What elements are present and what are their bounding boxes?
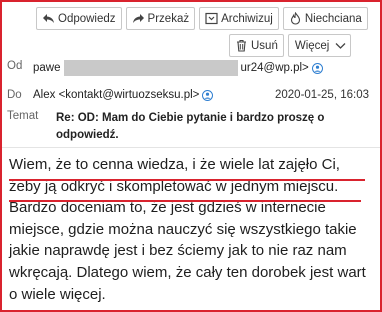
forward-button[interactable]: Przekaż <box>125 7 196 30</box>
highlight-underline <box>9 179 365 181</box>
contact-card-icon[interactable] <box>202 89 214 101</box>
archive-label: Archiwizuj <box>221 12 273 25</box>
forward-label: Przekaż <box>147 12 190 25</box>
from-value[interactable]: pawe ur24@wp.pl> <box>33 60 323 76</box>
chevron-down-icon <box>335 42 346 50</box>
redacted-sender-block <box>63 60 238 76</box>
delete-button[interactable]: Usuń <box>229 34 284 57</box>
subject-label: Temat <box>7 110 39 122</box>
more-button[interactable]: Więcej <box>287 34 352 57</box>
message-toolbar: Odpowiedz Przekaż Archiwizuj Niechciana <box>36 7 368 30</box>
message-body-text: Wiem, że to cenna wiedza, i że wiele lat… <box>9 156 366 303</box>
forward-icon <box>132 12 145 25</box>
message-date: 2020-01-25, 16:03 <box>275 89 369 101</box>
reply-button[interactable]: Odpowiedz <box>36 7 122 30</box>
junk-label: Niechciana <box>304 12 362 25</box>
to-value[interactable]: Alex <kontakt@wirtuozseksu.pl> <box>33 89 214 101</box>
contact-card-icon[interactable] <box>311 62 323 74</box>
reply-icon <box>42 12 55 25</box>
subject-value: Re: OD: Mam do Ciebie pytanie i bardzo p… <box>56 112 325 141</box>
more-label: Więcej <box>294 39 330 52</box>
archive-icon <box>205 12 218 25</box>
trash-icon <box>235 39 248 52</box>
to-address: Alex <kontakt@wirtuozseksu.pl> <box>33 89 200 101</box>
junk-button[interactable]: Niechciana <box>282 7 368 30</box>
from-name-fragment: pawe <box>33 62 61 74</box>
junk-flame-icon <box>289 12 302 25</box>
header-divider <box>2 147 380 148</box>
from-email-fragment: ur24@wp.pl> <box>240 62 309 74</box>
message-body: Wiem, że to cenna wiedza, i że wiele lat… <box>9 154 371 305</box>
to-label: Do <box>7 89 22 101</box>
reply-label: Odpowiedz <box>58 12 116 25</box>
message-toolbar-secondary: Usuń Więcej <box>229 34 352 57</box>
highlight-underline <box>9 200 361 202</box>
from-label: Od <box>7 60 23 72</box>
delete-label: Usuń <box>251 39 278 52</box>
archive-button[interactable]: Archiwizuj <box>199 7 279 30</box>
